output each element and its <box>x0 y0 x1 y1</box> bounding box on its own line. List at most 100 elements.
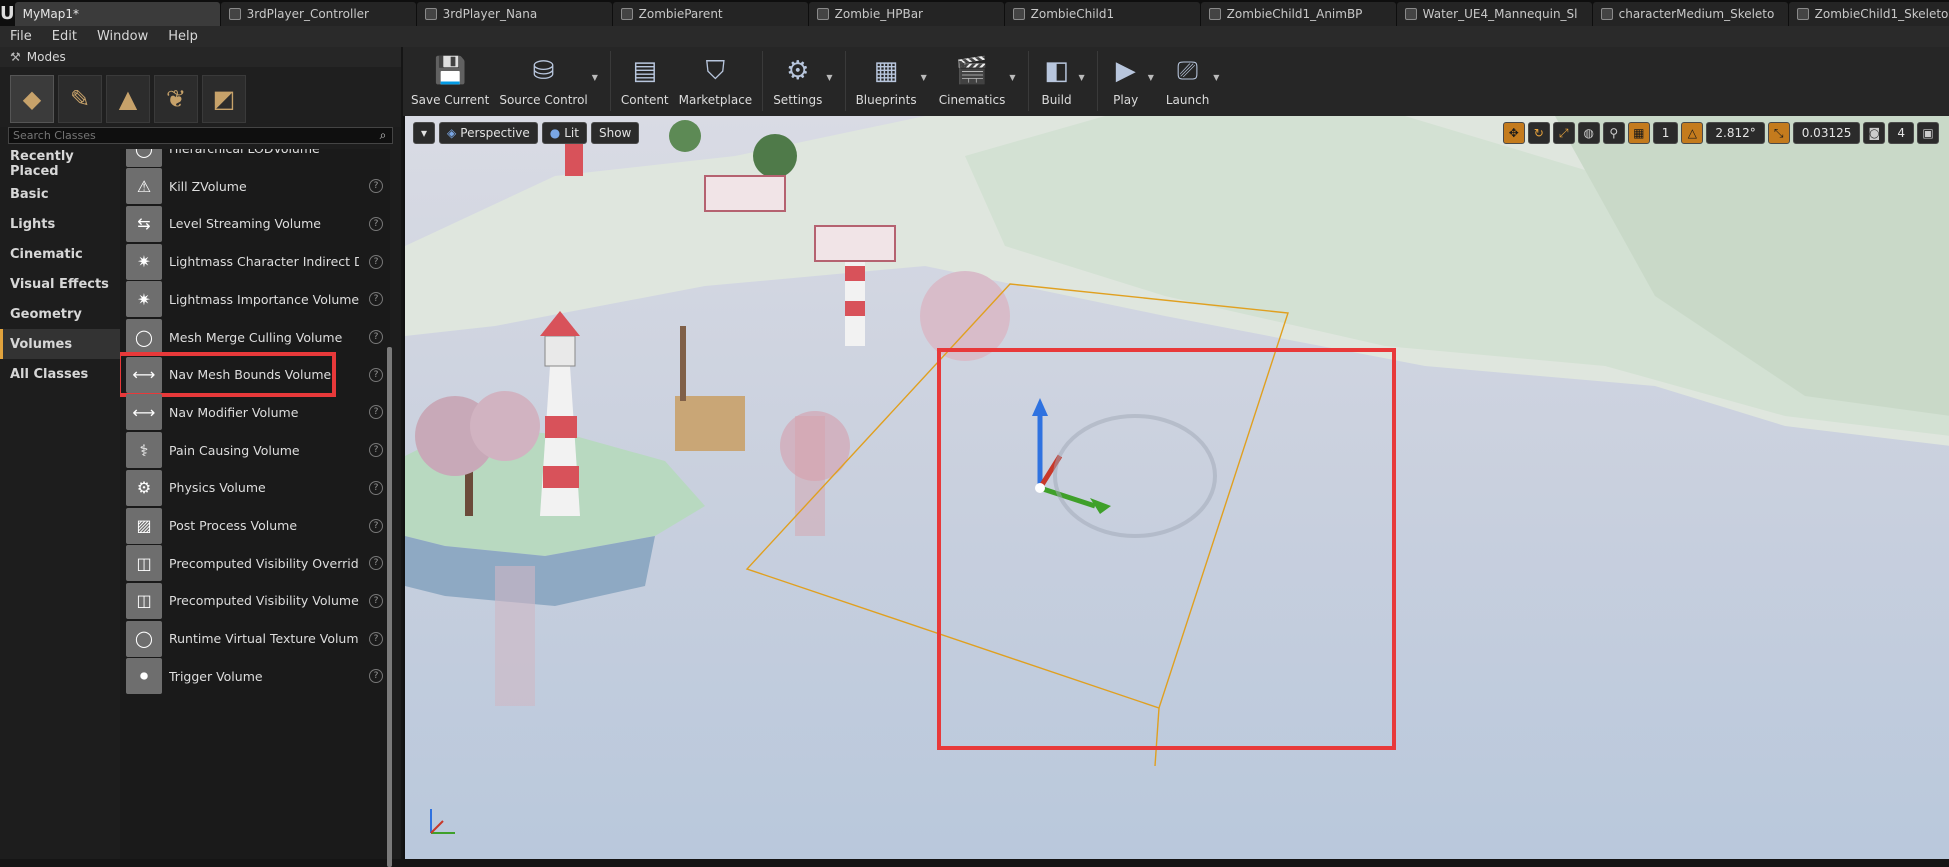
help-icon[interactable]: ? <box>369 631 383 646</box>
scale-tool-button[interactable]: ⤢ <box>1552 122 1575 144</box>
foliage-mode-button[interactable]: ❦ <box>154 75 198 123</box>
search-icon[interactable]: ⌕ <box>374 128 392 143</box>
viewport-options-button[interactable]: ▾ <box>413 122 436 144</box>
content-button[interactable]: ▤ Content <box>621 47 669 116</box>
chevron-down-icon: ▾ <box>421 126 428 140</box>
category-all-classes[interactable]: All Classes <box>0 359 120 389</box>
place-mode-button[interactable]: ◆ <box>10 75 54 123</box>
menu-file[interactable]: File <box>0 29 42 44</box>
class-thumbnail-icon: ⟷ <box>126 394 162 431</box>
blueprints-button[interactable]: ▦ Blueprints <box>856 47 917 116</box>
level-viewport[interactable]: ▾ ◈ Perspective ● Lit Show ✥ ↻ ⤢ ◍ ⚲ ▦ 1… <box>403 116 1949 859</box>
help-icon[interactable]: ? <box>369 330 383 344</box>
axis-indicator <box>430 809 455 834</box>
toolbar-label: Settings <box>773 93 823 107</box>
save-current-button[interactable]: 💾 Save Current <box>411 47 489 116</box>
scale-icon: ⤢ <box>1558 125 1569 140</box>
class-label: Lightmass Importance Volume <box>169 291 359 307</box>
class-list: ◯ Hierarchical LODVolume ⚠ Kill ZVolume? ⇆ Le… <box>120 149 390 859</box>
camera-speed-button[interactable]: ◙ <box>1863 122 1886 144</box>
help-icon[interactable]: ? <box>369 179 383 194</box>
search-classes-input[interactable] <box>9 128 374 143</box>
settings-button[interactable]: ⚙ Settings <box>773 47 822 116</box>
help-icon[interactable]: ? <box>369 292 383 307</box>
tab-2[interactable]: 3rdPlayer_Nana <box>416 2 612 26</box>
grid-snap-toggle[interactable]: ▦ <box>1627 122 1650 144</box>
dropdown-arrow-icon[interactable]: ▼ <box>921 73 927 82</box>
tab-3[interactable]: ZombieParent <box>612 2 808 26</box>
tab-8[interactable]: characterMedium_Skeleto <box>1592 2 1788 26</box>
scale-snap-value[interactable]: 0.03125 <box>1792 122 1861 144</box>
help-icon[interactable]: ? <box>369 443 383 458</box>
rotate-tool-button[interactable]: ↻ <box>1527 122 1550 144</box>
camera-speed-value[interactable]: 4 <box>1888 122 1914 144</box>
landscape-mode-button[interactable]: ▲ <box>106 75 150 123</box>
toolbar-separator <box>844 51 846 111</box>
dropdown-arrow-icon[interactable]: ▼ <box>1009 73 1015 82</box>
category-recently-placed[interactable]: Recently Placed <box>0 149 120 179</box>
menu-edit[interactable]: Edit <box>42 29 87 44</box>
show-button[interactable]: Show <box>590 122 640 144</box>
lit-button[interactable]: ● Lit <box>541 122 587 144</box>
source-control-button[interactable]: ⛁ Source Control <box>499 47 587 116</box>
class-list-scrollbar[interactable] <box>387 347 392 867</box>
dropdown-arrow-icon[interactable]: ▼ <box>1213 73 1219 82</box>
asset-tab-icon <box>620 8 633 20</box>
dropdown-arrow-icon[interactable]: ▼ <box>826 73 832 82</box>
class-thumbnail-icon: ⚙ <box>126 469 162 506</box>
launch-button[interactable]: ⎚ Launch <box>1166 47 1209 116</box>
translate-tool-button[interactable]: ✥ <box>1502 122 1525 144</box>
settings-icon: ⚙ <box>786 56 810 86</box>
help-icon[interactable]: ? <box>369 518 383 533</box>
rotation-snap-toggle[interactable]: △ <box>1681 122 1704 144</box>
modes-panel-header: ⚒ Modes <box>0 47 401 67</box>
category-visual-effects[interactable]: Visual Effects <box>0 269 120 299</box>
help-icon[interactable]: ? <box>369 480 383 495</box>
tab-5[interactable]: ZombieChild1 <box>1004 2 1200 26</box>
menu-help[interactable]: Help <box>158 29 208 44</box>
cinematics-button[interactable]: 🎬 Cinematics <box>939 47 1006 116</box>
menu-window[interactable]: Window <box>87 29 158 44</box>
world-local-button[interactable]: ◍ <box>1577 122 1600 144</box>
marketplace-button[interactable]: ⛉ Marketplace <box>679 47 753 116</box>
category-basic[interactable]: Basic <box>0 179 120 209</box>
toolbar-separator <box>609 51 611 111</box>
help-icon[interactable]: ? <box>369 405 383 420</box>
category-volumes[interactable]: Volumes <box>0 329 120 359</box>
tab-1[interactable]: 3rdPlayer_Controller <box>220 2 416 26</box>
play-button[interactable]: ▶ Play <box>1108 47 1144 116</box>
class-label: Precomputed Visibility Override <box>169 555 359 571</box>
help-icon[interactable]: ? <box>369 216 383 231</box>
class-item-trigger-volume[interactable]: ⏺ Trigger Volume? <box>120 653 385 700</box>
asset-tab-icon <box>1600 8 1613 20</box>
help-icon[interactable]: ? <box>369 556 383 571</box>
grid-snap-value[interactable]: 1 <box>1652 122 1679 144</box>
modes-icon: ⚒ <box>10 50 21 64</box>
help-icon[interactable]: ? <box>369 593 383 608</box>
category-geometry[interactable]: Geometry <box>0 299 120 329</box>
tab-7[interactable]: Water_UE4_Mannequin_Sl <box>1396 2 1592 26</box>
category-cinematic[interactable]: Cinematic <box>0 239 120 269</box>
help-icon[interactable]: ? <box>369 254 383 269</box>
help-icon[interactable]: ? <box>369 669 383 684</box>
tab-4[interactable]: Zombie_HPBar <box>808 2 1004 26</box>
dropdown-arrow-icon[interactable]: ▼ <box>1148 73 1154 82</box>
maximize-viewport-button[interactable]: ▣ <box>1917 122 1939 144</box>
perspective-button[interactable]: ◈ Perspective <box>439 122 538 144</box>
geometry-mode-button[interactable]: ◩ <box>202 75 246 123</box>
class-label: Trigger Volume <box>169 668 263 684</box>
tab-6[interactable]: ZombieChild1_AnimBP <box>1200 2 1396 26</box>
dropdown-arrow-icon[interactable]: ▼ <box>592 73 598 82</box>
rotation-snap-value[interactable]: 2.812° <box>1706 122 1765 144</box>
tab-0[interactable]: MyMap1* <box>14 2 220 26</box>
surface-snap-button[interactable]: ⚲ <box>1602 122 1625 144</box>
build-button[interactable]: ◧ Build <box>1039 47 1075 116</box>
dropdown-arrow-icon[interactable]: ▼ <box>1079 73 1085 82</box>
tab-9[interactable]: ZombieChild1_Skeleton_B <box>1788 2 1949 26</box>
category-lights[interactable]: Lights <box>0 209 120 239</box>
geometry-box-icon: ◩ <box>212 85 236 113</box>
class-thumbnail-icon: ⚠ <box>126 168 162 205</box>
help-icon[interactable]: ? <box>369 367 383 382</box>
paint-mode-button[interactable]: ✎ <box>58 75 102 123</box>
scale-snap-toggle[interactable]: ⤡ <box>1767 122 1790 144</box>
